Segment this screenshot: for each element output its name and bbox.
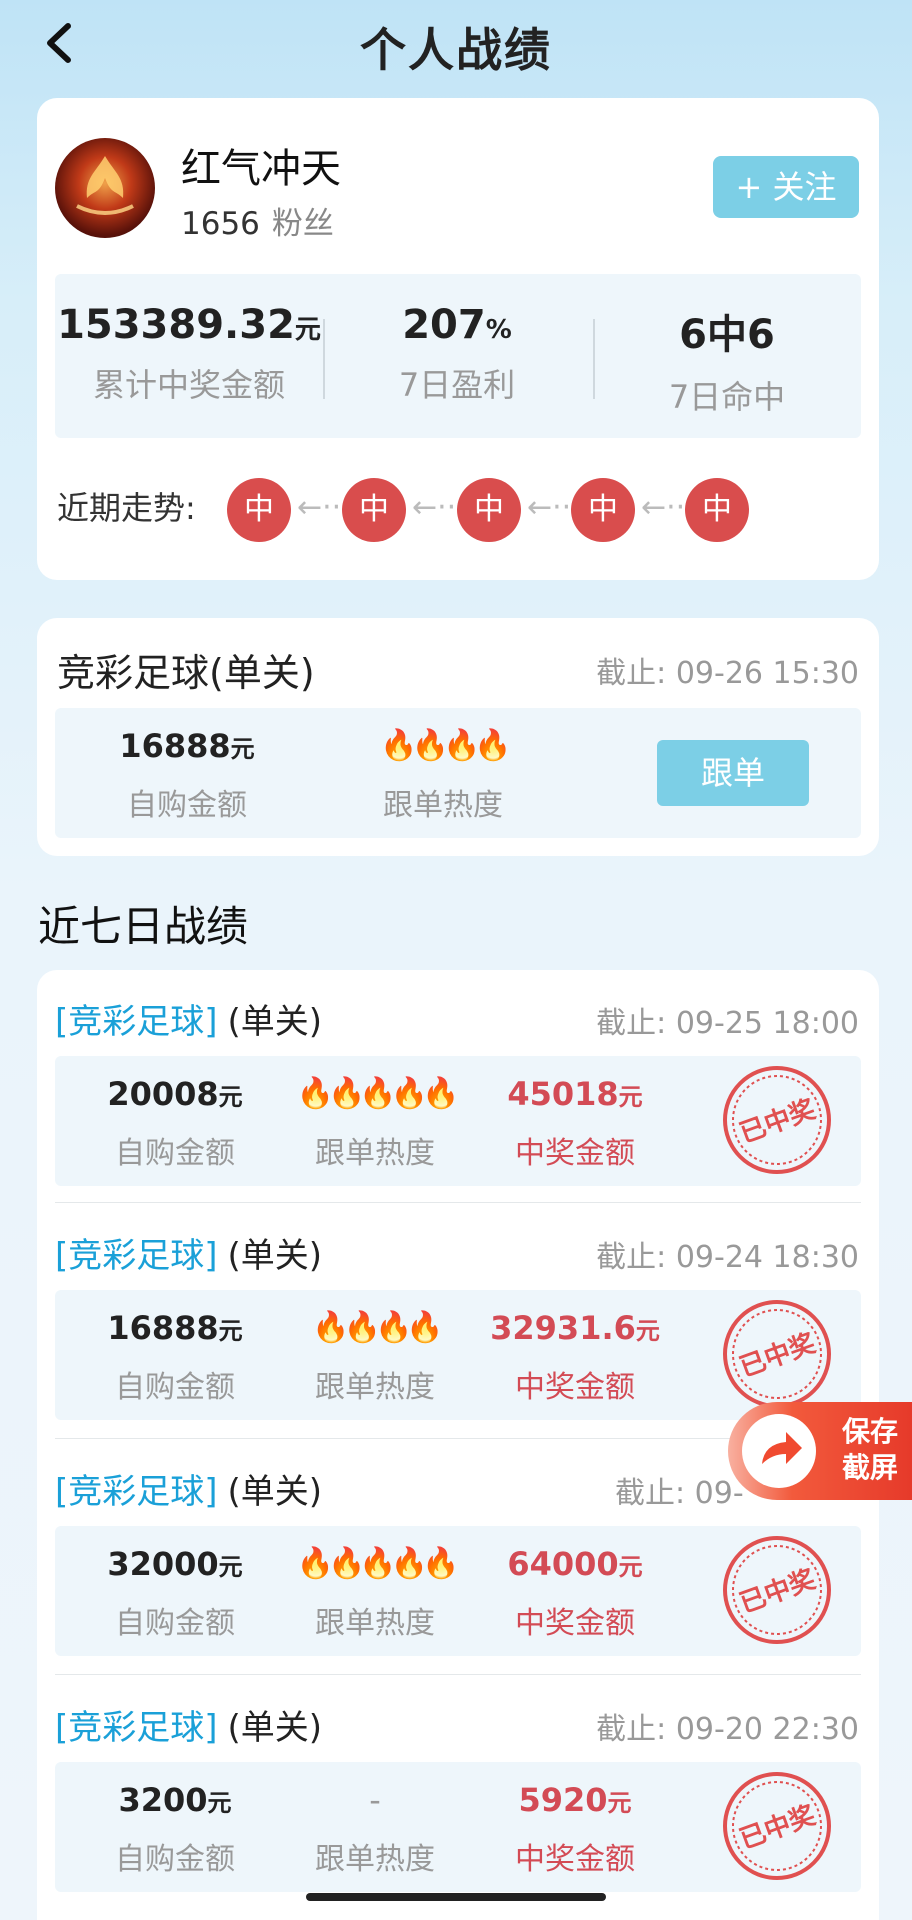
- stat-value: 6中6: [679, 312, 775, 358]
- divider: [55, 1674, 861, 1675]
- self-buy-amount: 16888元 自购金额: [77, 726, 297, 824]
- avatar[interactable]: [55, 138, 155, 238]
- heat-label: 跟单热度: [315, 1606, 435, 1641]
- flame-icon: 🔥🔥🔥🔥🔥: [296, 1546, 460, 1581]
- fans-label: 粉丝: [271, 206, 334, 242]
- win-value: 5920元: [518, 1781, 632, 1819]
- self-buy-amount: 32000元 自购金额: [65, 1544, 285, 1642]
- follow-heat: 🔥🔥🔥🔥🔥 跟单热度: [265, 1544, 485, 1642]
- fans-number: 1656: [181, 206, 260, 242]
- stat-value: 153389.32元: [57, 302, 321, 348]
- self-buy-amount: 3200元 自购金额: [65, 1780, 285, 1878]
- flame-icon: 🔥🔥🔥🔥: [380, 728, 511, 763]
- heat-label: 跟单热度: [315, 1136, 435, 1171]
- trend-label: 近期走势:: [57, 489, 196, 527]
- stats-box: 153389.32元 累计中奖金额 207% 7日盈利 6中6 7日命中: [55, 274, 861, 438]
- self-buy-amount: 20008元 自购金额: [65, 1074, 285, 1172]
- record-category: [竞彩足球] (单关): [55, 1236, 323, 1276]
- order-summary: 16888元 自购金额 🔥🔥🔥🔥 跟单热度 跟单: [55, 708, 861, 838]
- trend-dot: 中: [342, 478, 406, 542]
- record-summary: 3200元 自购金额 - 跟单热度 5920元 中奖金额 已中奖: [55, 1762, 861, 1892]
- svg-text:已中奖: 已中奖: [736, 1093, 821, 1149]
- stat-7day-hits: 6中6 7日命中: [593, 302, 861, 418]
- page-title: 个人战绩: [360, 23, 552, 77]
- winner-stamp-icon: 已中奖: [723, 1536, 831, 1644]
- record-deadline: 截止: 09-: [615, 1476, 744, 1511]
- divider: [55, 1202, 861, 1203]
- order-category: 竞彩足球(单关): [57, 651, 315, 695]
- record-category: [竞彩足球] (单关): [55, 1002, 323, 1042]
- record-summary: 16888元 自购金额 🔥🔥🔥🔥 跟单热度 32931.6元 中奖金额 已中奖: [55, 1290, 861, 1420]
- winner-stamp-icon: 已中奖: [723, 1066, 831, 1174]
- trend-dot: 中: [227, 478, 291, 542]
- svg-text:已中奖: 已中奖: [736, 1327, 821, 1383]
- follow-heat: 🔥🔥🔥🔥🔥 跟单热度: [265, 1074, 485, 1172]
- stat-label: 累计中奖金额: [92, 366, 285, 404]
- follow-button[interactable]: + 关注: [713, 156, 859, 218]
- save-screenshot-button[interactable]: 保存 截屏: [728, 1402, 912, 1500]
- record-deadline: 截止: 09-24 18:30: [596, 1240, 859, 1275]
- trend-dot: 中: [571, 478, 635, 542]
- svg-text:已中奖: 已中奖: [736, 1799, 821, 1855]
- win-label: 中奖金额: [515, 1606, 635, 1641]
- heat-label: 跟单热度: [383, 788, 503, 823]
- winner-stamp-icon: 已中奖: [723, 1772, 831, 1880]
- amount-value: 16888元: [107, 1309, 243, 1347]
- heat-empty: -: [369, 1781, 381, 1819]
- amount-label: 自购金额: [115, 1136, 235, 1171]
- win-label: 中奖金额: [515, 1842, 635, 1877]
- fans-count: 1656 粉丝: [181, 198, 334, 243]
- amount-label: 自购金额: [127, 788, 247, 823]
- win-amount: 45018元 中奖金额: [465, 1074, 685, 1172]
- winner-stamp-icon: 已中奖: [723, 1300, 831, 1408]
- win-label: 中奖金额: [515, 1370, 635, 1405]
- amount-value: 3200元: [118, 1781, 232, 1819]
- heat-label: 跟单热度: [315, 1842, 435, 1877]
- record-deadline: 截止: 09-25 18:00: [596, 1006, 859, 1041]
- svg-text:已中奖: 已中奖: [736, 1563, 821, 1619]
- follow-heat: 🔥🔥🔥🔥 跟单热度: [265, 1308, 485, 1406]
- stat-total-winnings: 153389.32元 累计中奖金额: [55, 302, 323, 406]
- follow-heat: 🔥🔥🔥🔥 跟单热度: [333, 726, 553, 824]
- win-value: 45018元: [507, 1075, 643, 1113]
- trend-dot: 中: [685, 478, 749, 542]
- history-title: 近七日战绩: [38, 902, 249, 951]
- order-deadline: 截止: 09-26 15:30: [596, 656, 859, 691]
- record-category: [竞彩足球] (单关): [55, 1472, 323, 1512]
- amount-value: 20008元: [107, 1075, 243, 1113]
- share-arrow-icon: [742, 1414, 816, 1488]
- amount-value: 32000元: [107, 1545, 243, 1583]
- stat-value: 207%: [402, 302, 512, 348]
- user-name: 红气冲天: [181, 146, 341, 192]
- trend-dot: 中: [457, 478, 521, 542]
- win-value: 32931.6元: [490, 1309, 660, 1347]
- amount-label: 自购金额: [115, 1370, 235, 1405]
- flame-icon: 🔥🔥🔥🔥: [312, 1310, 443, 1345]
- save-screenshot-label: 保存 截屏: [841, 1415, 898, 1484]
- stat-7day-profit: 207% 7日盈利: [323, 302, 591, 406]
- home-indicator[interactable]: [306, 1893, 606, 1901]
- win-amount: 64000元 中奖金额: [465, 1544, 685, 1642]
- self-buy-amount: 16888元 自购金额: [65, 1308, 285, 1406]
- follow-heat: - 跟单热度: [265, 1780, 485, 1878]
- stat-label: 7日盈利: [398, 366, 516, 404]
- win-label: 中奖金额: [515, 1136, 635, 1171]
- header: 个人战绩: [0, 0, 912, 90]
- win-amount: 5920元 中奖金额: [465, 1780, 685, 1878]
- amount-value: 16888元: [119, 727, 255, 765]
- stat-label: 7日命中: [668, 378, 786, 416]
- flame-icon: 🔥🔥🔥🔥🔥: [296, 1076, 460, 1111]
- follow-order-button[interactable]: 跟单: [657, 740, 809, 806]
- record-category: [竞彩足球] (单关): [55, 1708, 323, 1748]
- current-order-card: 竞彩足球(单关) 截止: 09-26 15:30 16888元 自购金额 🔥🔥🔥…: [37, 618, 879, 856]
- record-summary: 20008元 自购金额 🔥🔥🔥🔥🔥 跟单热度 45018元 中奖金额 已中奖: [55, 1056, 861, 1186]
- record-summary: 32000元 自购金额 🔥🔥🔥🔥🔥 跟单热度 64000元 中奖金额 已中奖: [55, 1526, 861, 1656]
- win-value: 64000元: [507, 1545, 643, 1583]
- record-deadline: 截止: 09-20 22:30: [596, 1712, 859, 1747]
- win-amount: 32931.6元 中奖金额: [465, 1308, 685, 1406]
- amount-label: 自购金额: [115, 1606, 235, 1641]
- heat-label: 跟单热度: [315, 1370, 435, 1405]
- amount-label: 自购金额: [115, 1842, 235, 1877]
- profile-card: 红气冲天 1656 粉丝 + 关注 153389.32元 累计中奖金额 207% …: [37, 98, 879, 580]
